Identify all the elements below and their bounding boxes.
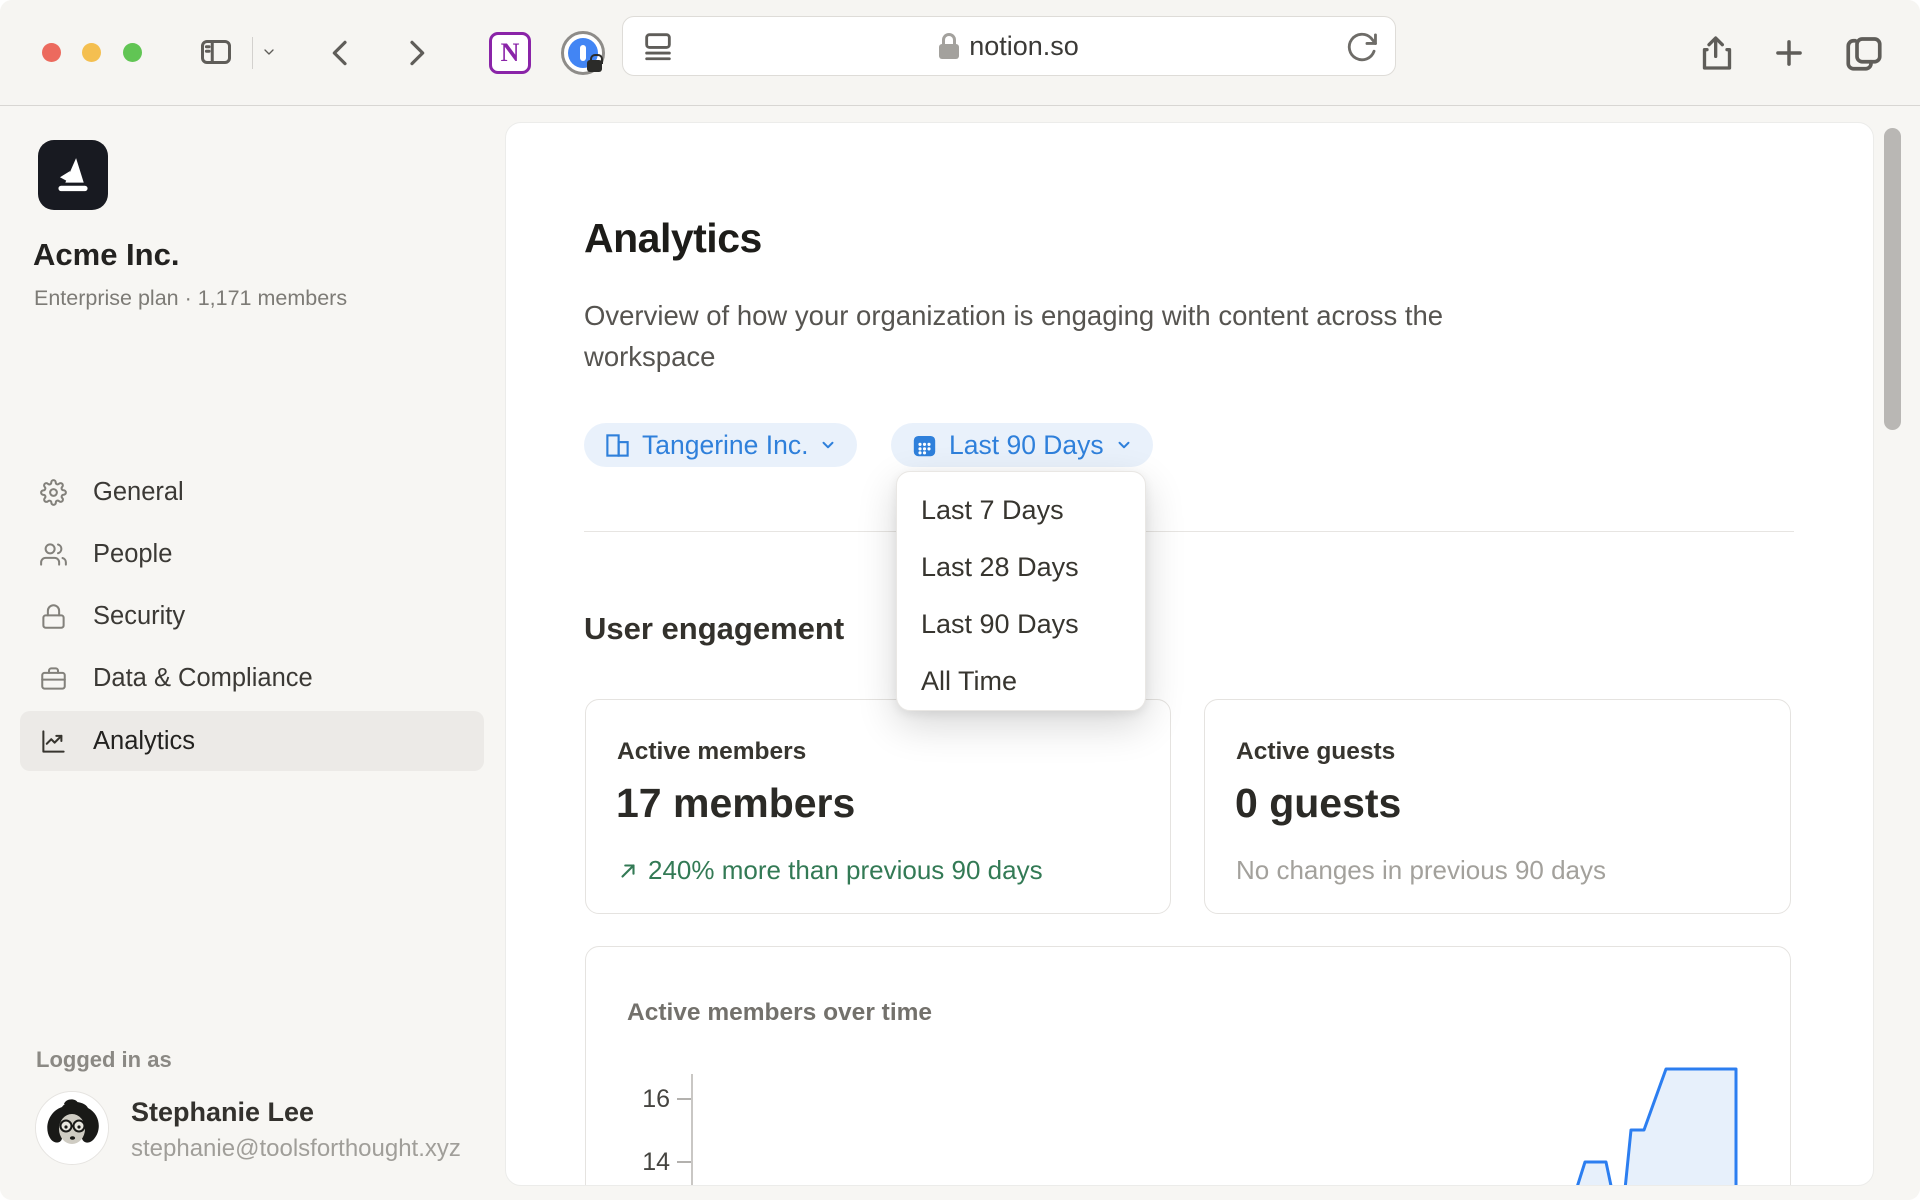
card-delta: 240% more than previous 90 days — [617, 855, 1043, 886]
sidebar-toggle-icon[interactable] — [196, 34, 236, 70]
date-range-filter-button[interactable]: Last 90 Days — [891, 423, 1153, 467]
workspace-logo — [38, 140, 108, 210]
date-range-filter-label: Last 90 Days — [949, 430, 1104, 461]
sidebar-item-data-compliance[interactable]: Data & Compliance — [20, 648, 484, 708]
calendar-icon — [911, 432, 938, 459]
url-text: notion.so — [969, 31, 1079, 62]
page-title: Analytics — [584, 215, 762, 262]
reload-icon[interactable] — [1345, 30, 1379, 64]
active-members-chart-card: Active members over time 16 14 — [585, 946, 1791, 1186]
card-delta: No changes in previous 90 days — [1236, 855, 1606, 886]
workspace-plan: Enterprise plan · 1,171 members — [34, 286, 347, 311]
sidebar-item-analytics[interactable]: Analytics — [20, 711, 484, 771]
https-lock-icon — [939, 33, 959, 59]
organization-filter-label: Tangerine Inc. — [642, 430, 808, 461]
section-title: User engagement — [584, 611, 844, 647]
chart-title: Active members over time — [627, 999, 932, 1027]
zoom-window-button[interactable] — [123, 43, 142, 62]
back-icon[interactable] — [325, 36, 357, 70]
sidebar-item-label: Security — [93, 602, 185, 631]
sidebar-menu-chevron-icon[interactable] — [258, 44, 280, 60]
active-members-card[interactable]: Active members 17 members 240% more than… — [585, 699, 1171, 914]
url-display: notion.so — [623, 17, 1395, 75]
chevron-down-icon — [819, 436, 837, 454]
toolbar-divider — [252, 37, 253, 69]
page-description: Overview of how your organization is eng… — [584, 295, 1534, 377]
workspace-name: Acme Inc. — [33, 237, 179, 273]
section-divider — [584, 531, 1794, 532]
y-tick-16: 16 — [626, 1085, 670, 1114]
chart-area-fill — [1567, 1069, 1736, 1186]
card-value: 17 members — [616, 780, 855, 827]
chevron-down-icon — [1115, 436, 1133, 454]
minimize-window-button[interactable] — [82, 43, 101, 62]
lock-icon — [40, 603, 67, 630]
people-icon — [40, 541, 67, 568]
gear-icon — [40, 479, 67, 506]
menu-item-all-time[interactable]: All Time — [897, 653, 1145, 710]
sidebar-item-security[interactable]: Security — [20, 586, 484, 646]
sidebar-item-people[interactable]: People — [20, 524, 484, 584]
address-bar[interactable]: notion.so — [622, 16, 1396, 76]
y-tick-14: 14 — [626, 1148, 670, 1177]
y-tickmark — [677, 1098, 692, 1100]
area-chart — [692, 1062, 1772, 1186]
settings-content-panel: Analytics Overview of how your organizat… — [505, 122, 1874, 1186]
trend-icon — [40, 728, 67, 755]
sidebar-item-label: General — [93, 478, 184, 507]
building-icon — [604, 432, 631, 459]
organization-filter-button[interactable]: Tangerine Inc. — [584, 423, 857, 467]
sidebar-item-label: Data & Compliance — [93, 664, 313, 693]
menu-item-last-7-days[interactable]: Last 7 Days — [897, 482, 1145, 539]
scrollbar-thumb[interactable] — [1884, 128, 1901, 430]
share-icon[interactable] — [1697, 31, 1737, 75]
tab-overview-icon[interactable] — [1843, 32, 1885, 74]
card-value: 0 guests — [1235, 780, 1401, 827]
card-delta-text: No changes in previous 90 days — [1236, 855, 1606, 886]
browser-toolbar: N notion.so — [0, 0, 1920, 106]
notion-extension-icon[interactable]: N — [489, 32, 531, 74]
sidebar-item-label: People — [93, 540, 172, 569]
logged-in-label: Logged in as — [36, 1047, 172, 1073]
card-title: Active members — [617, 738, 806, 766]
card-title: Active guests — [1236, 738, 1395, 766]
arrow-up-right-icon — [617, 860, 639, 882]
close-window-button[interactable] — [42, 43, 61, 62]
browser-window: N notion.so — [0, 0, 1920, 1200]
date-range-dropdown-menu: Last 7 Days Last 28 Days Last 90 Days Al… — [896, 471, 1146, 711]
y-tickmark — [677, 1161, 692, 1163]
briefcase-icon — [40, 665, 67, 692]
sidebar-item-general[interactable]: General — [20, 462, 484, 522]
new-tab-icon[interactable] — [1770, 34, 1808, 72]
active-guests-card[interactable]: Active guests 0 guests No changes in pre… — [1204, 699, 1791, 914]
page-background: Acme Inc. Enterprise plan · 1,171 member… — [0, 107, 1920, 1200]
avatar[interactable] — [35, 1091, 109, 1165]
sidebar-item-label: Analytics — [93, 727, 195, 756]
forward-icon[interactable] — [400, 36, 432, 70]
menu-item-last-90-days[interactable]: Last 90 Days — [897, 596, 1145, 653]
password-manager-extension-icon[interactable] — [561, 31, 605, 75]
user-name: Stephanie Lee — [131, 1097, 314, 1128]
user-email: stephanie@toolsforthought.xyz — [131, 1135, 461, 1163]
card-delta-text: 240% more than previous 90 days — [648, 855, 1043, 886]
menu-item-last-28-days[interactable]: Last 28 Days — [897, 539, 1145, 596]
sailboat-icon — [50, 152, 96, 198]
